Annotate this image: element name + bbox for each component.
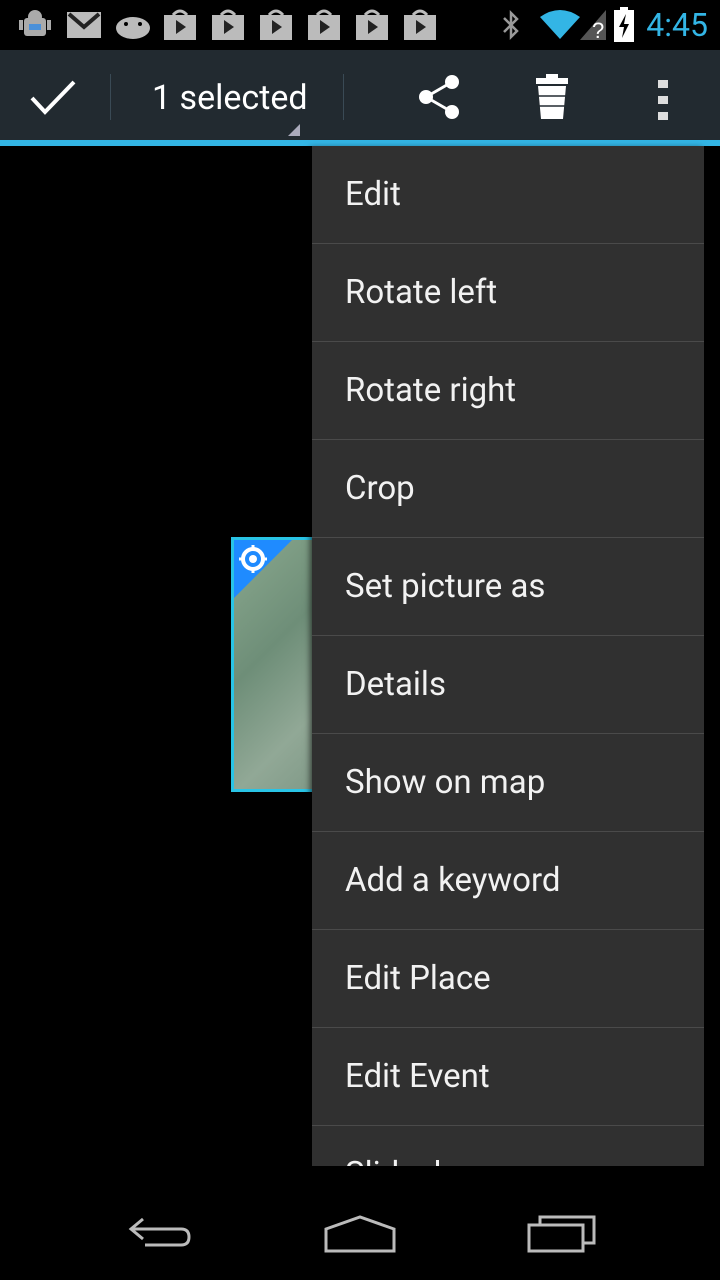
menu-item-edit-event[interactable]: Edit Event bbox=[312, 1028, 704, 1126]
action-bar: 1 selected bbox=[0, 50, 720, 140]
menu-item-details[interactable]: Details bbox=[312, 636, 704, 734]
menu-item-rotate-right[interactable]: Rotate right bbox=[312, 342, 704, 440]
trash-icon[interactable] bbox=[532, 72, 572, 122]
home-icon[interactable] bbox=[310, 1208, 410, 1258]
menu-item-slideshow[interactable]: Slideshow bbox=[312, 1126, 704, 1166]
back-icon[interactable] bbox=[110, 1208, 210, 1258]
play-store-icon bbox=[354, 8, 390, 42]
play-store-icon bbox=[162, 8, 198, 42]
menu-item-edit[interactable]: Edit bbox=[312, 146, 704, 244]
menu-item-crop[interactable]: Crop bbox=[312, 440, 704, 538]
status-bar: ? 4:45 bbox=[0, 0, 720, 50]
dropdown-triangle-icon bbox=[288, 124, 300, 136]
overflow-menu-icon[interactable] bbox=[656, 78, 670, 122]
checkmark-icon[interactable] bbox=[28, 78, 78, 118]
wifi-icon bbox=[538, 8, 582, 42]
battery-charging-icon bbox=[612, 7, 636, 42]
android-icon bbox=[114, 8, 152, 42]
play-store-icon bbox=[210, 8, 246, 42]
action-bar-divider bbox=[343, 74, 344, 120]
android-debug-icon bbox=[18, 8, 52, 42]
play-store-icon bbox=[402, 8, 438, 42]
navigation-bar bbox=[0, 1180, 720, 1280]
recents-icon[interactable] bbox=[512, 1208, 612, 1258]
svg-text:?: ? bbox=[592, 18, 604, 42]
gmail-icon bbox=[66, 8, 102, 42]
menu-item-show-on-map[interactable]: Show on map bbox=[312, 734, 704, 832]
status-clock: 4:45 bbox=[646, 6, 708, 44]
action-bar-divider bbox=[110, 74, 111, 120]
selection-count[interactable]: 1 selected bbox=[152, 76, 308, 120]
share-icon[interactable] bbox=[414, 72, 464, 122]
overflow-menu: Edit Rotate left Rotate right Crop Set p… bbox=[312, 146, 704, 1166]
play-store-icon bbox=[258, 8, 294, 42]
menu-item-rotate-left[interactable]: Rotate left bbox=[312, 244, 704, 342]
menu-item-add-keyword[interactable]: Add a keyword bbox=[312, 832, 704, 930]
signal-unknown-icon: ? bbox=[578, 8, 608, 42]
play-store-icon bbox=[306, 8, 342, 42]
menu-item-set-picture-as[interactable]: Set picture as bbox=[312, 538, 704, 636]
menu-item-edit-place[interactable]: Edit Place bbox=[312, 930, 704, 1028]
bluetooth-icon bbox=[500, 8, 522, 42]
camera-badge-icon bbox=[238, 544, 268, 574]
